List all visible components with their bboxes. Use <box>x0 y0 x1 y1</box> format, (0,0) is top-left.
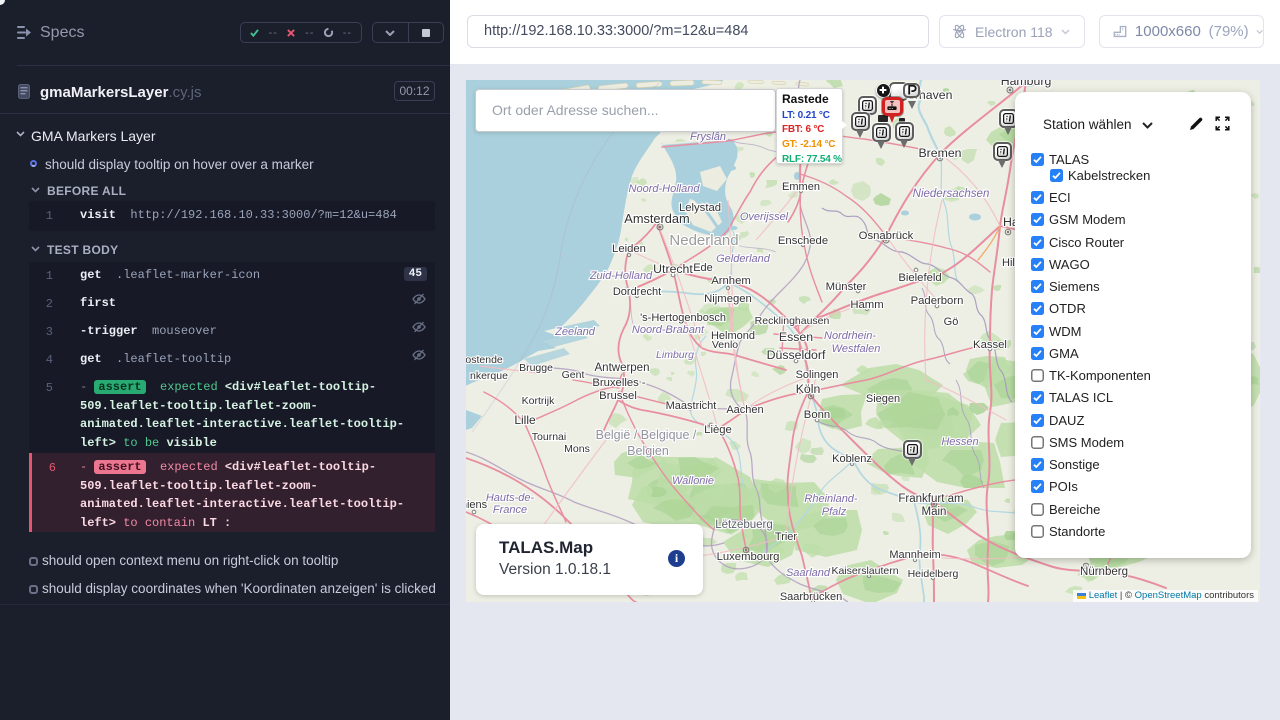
svg-text:Maastricht: Maastricht <box>666 400 717 412</box>
svg-text:Wallonie: Wallonie <box>672 475 714 487</box>
svg-text:Antwerpen: Antwerpen <box>595 362 650 374</box>
svg-text:Enschede: Enschede <box>778 235 828 247</box>
svg-text:Liège: Liège <box>704 424 732 436</box>
svg-text:Ede: Ede <box>693 262 713 274</box>
svg-text:Westfalen: Westfalen <box>832 343 881 355</box>
svg-text:Noord-Brabant: Noord-Brabant <box>632 324 705 336</box>
svg-text:Limburg: Limburg <box>656 349 694 361</box>
svg-text:Oostende: Oostende <box>466 354 503 366</box>
svg-text:Saarbrücken: Saarbrücken <box>780 591 842 602</box>
svg-text:Bruxelles -: Bruxelles - <box>592 377 646 389</box>
svg-text:Brussel: Brussel <box>599 390 637 402</box>
svg-text:Tournai: Tournai <box>532 431 566 443</box>
svg-text:Hessen: Hessen <box>941 436 978 448</box>
svg-text:Noord-Holland: Noord-Holland <box>629 183 701 195</box>
svg-text:Rheinland-: Rheinland- <box>804 493 858 505</box>
svg-text:Venlo: Venlo <box>712 339 738 351</box>
svg-text:Frankfurt am: Frankfurt am <box>898 493 963 505</box>
svg-text:Pfalz: Pfalz <box>822 506 847 518</box>
svg-text:Hamburg: Hamburg <box>1001 80 1052 88</box>
svg-text:Lelystad: Lelystad <box>679 202 721 214</box>
svg-text:Saarland: Saarland <box>786 567 831 579</box>
svg-text:Aachen: Aachen <box>726 404 763 416</box>
svg-text:Nederland: Nederland <box>669 232 738 249</box>
svg-text:Hamm: Hamm <box>850 299 883 311</box>
svg-text:'s-Hertogenbosch: 's-Hertogenbosch <box>640 312 726 324</box>
svg-text:Fryslân: Fryslân <box>690 131 726 143</box>
svg-text:Luxembourg: Luxembourg <box>717 551 780 563</box>
svg-text:Overijssel: Overijssel <box>740 211 789 223</box>
svg-text:Nijmegen: Nijmegen <box>704 293 752 305</box>
svg-text:Arnhem: Arnhem <box>711 275 751 287</box>
svg-text:Nürnberg: Nürnberg <box>1080 566 1128 578</box>
svg-text:Lëtzebuerg: Lëtzebuerg <box>715 519 773 531</box>
svg-text:Hauts-de-: Hauts-de- <box>486 492 535 504</box>
svg-text:Köln: Köln <box>796 382 821 396</box>
svg-text:Essen: Essen <box>779 330 813 344</box>
svg-text:Zuid-Holland: Zuid-Holland <box>589 270 653 282</box>
svg-text:Münster: Münster <box>826 281 867 293</box>
svg-text:Niedersachsen: Niedersachsen <box>913 188 990 200</box>
svg-text:Gö: Gö <box>944 316 959 328</box>
svg-text:Recklinghausen: Recklinghausen <box>755 315 830 327</box>
svg-text:Bremen: Bremen <box>918 146 961 160</box>
svg-text:niens: niens <box>466 499 488 511</box>
svg-text:Trier: Trier <box>775 531 798 543</box>
svg-text:Utrecht: Utrecht <box>653 262 693 276</box>
svg-text:Emmen: Emmen <box>782 181 820 193</box>
svg-text:Bonn: Bonn <box>804 409 830 421</box>
svg-text:Heidelberg: Heidelberg <box>908 568 959 580</box>
svg-text:Hil: Hil <box>1002 257 1015 269</box>
svg-text:Koblenz: Koblenz <box>832 453 872 465</box>
svg-text:Dordrecht: Dordrecht <box>613 286 661 298</box>
svg-text:France: France <box>493 504 527 516</box>
svg-text:Kortrijk: Kortrijk <box>522 395 555 407</box>
svg-text:Kassel: Kassel <box>973 339 1007 351</box>
svg-text:Lille: Lille <box>514 413 536 427</box>
svg-text:Siegen: Siegen <box>866 393 900 405</box>
svg-text:Paderborn: Paderborn <box>911 295 964 307</box>
svg-text:België / Belgique /: België / Belgique / <box>596 428 697 442</box>
svg-text:Kaiserslautern: Kaiserslautern <box>831 565 898 577</box>
svg-text:Mannheim: Mannheim <box>889 549 940 561</box>
svg-text:Nordrhein-: Nordrhein- <box>824 330 876 342</box>
svg-text:Düsseldorf: Düsseldorf <box>767 348 826 362</box>
svg-text:Brugge: Brugge <box>519 362 553 374</box>
svg-text:Gent: Gent <box>562 369 585 381</box>
svg-text:Solingen: Solingen <box>796 369 839 381</box>
svg-text:Bielefeld: Bielefeld <box>898 272 941 284</box>
svg-text:Zeeland: Zeeland <box>554 326 596 338</box>
svg-text:Main: Main <box>922 506 947 518</box>
svg-text:Mons: Mons <box>564 443 590 455</box>
svg-text:Osnabrück: Osnabrück <box>859 230 914 242</box>
svg-text:nkerque: nkerque <box>470 370 508 382</box>
svg-text:Leiden: Leiden <box>612 243 646 255</box>
svg-text:Belgien: Belgien <box>627 444 669 458</box>
svg-text:Gelderland: Gelderland <box>716 253 771 265</box>
